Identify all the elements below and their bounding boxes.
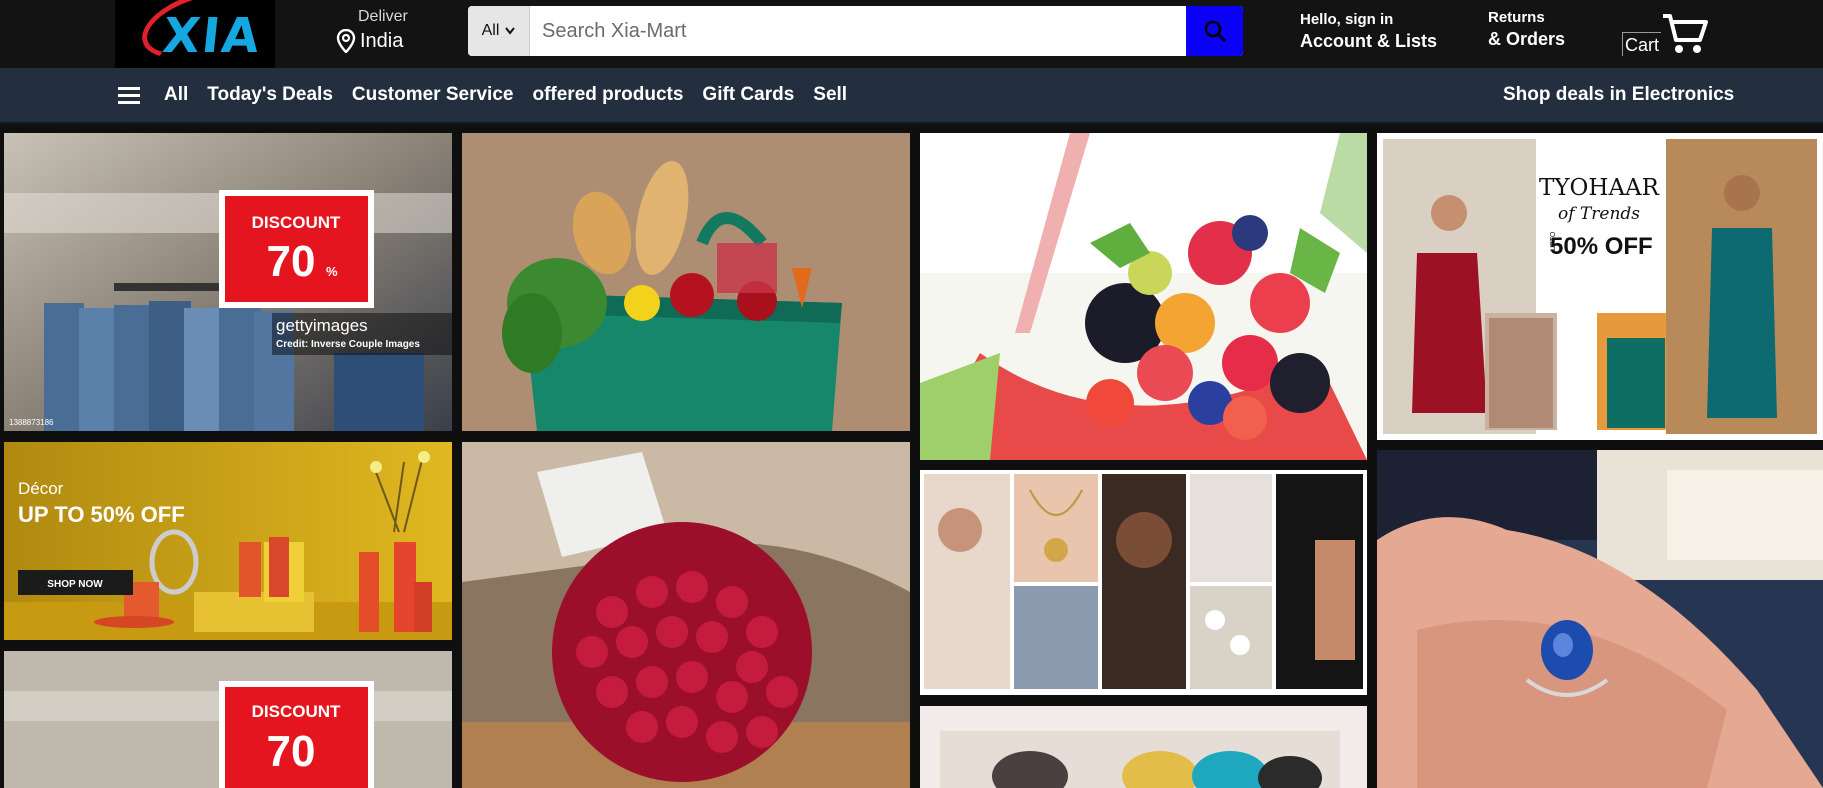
- tyohaar-title: TYOHAAR: [1539, 175, 1660, 201]
- account-lists[interactable]: Hello, sign in Account & Lists: [1300, 11, 1437, 52]
- tile-ring[interactable]: [1377, 450, 1823, 788]
- discount-unit: %: [326, 264, 338, 279]
- nav-sell[interactable]: Sell: [813, 84, 847, 106]
- nav-electronics-promo[interactable]: Shop deals in Electronics: [1503, 84, 1734, 106]
- tyohaar-subtitle: of Trends: [1558, 204, 1640, 224]
- tile-grocery[interactable]: [462, 133, 910, 431]
- clothing-store-image: DISCOUNT 70 % gettyimages Credit: Invers…: [4, 133, 452, 431]
- grocery-bag-image: [462, 133, 910, 431]
- search-icon: [1204, 20, 1226, 43]
- tile-decor-offer[interactable]: Décor UP TO 50% OFF SHOP NOW: [4, 442, 452, 640]
- discount-value: 70: [267, 237, 316, 286]
- search-category-select[interactable]: All: [468, 6, 530, 56]
- cart-label: Cart: [1622, 32, 1662, 56]
- orders-label: & Orders: [1488, 29, 1566, 49]
- search-input[interactable]: [530, 6, 1186, 56]
- fruit-bowl-image: [920, 133, 1367, 460]
- nav-all[interactable]: All: [164, 84, 188, 106]
- deliver-location-text: India: [360, 29, 404, 52]
- clothing-store-image-2: DISCOUNT 70: [4, 651, 452, 788]
- decor-image: Décor UP TO 50% OFF SHOP NOW: [4, 442, 452, 640]
- tyohaar-offer: 50% OFF: [1550, 233, 1653, 260]
- deliver-label: Deliver: [358, 8, 408, 25]
- nav-offered-products[interactable]: offered products: [532, 84, 683, 106]
- location-pin-icon: [336, 29, 356, 53]
- search-button[interactable]: [1186, 6, 1243, 56]
- nav-gift-cards[interactable]: Gift Cards: [702, 84, 794, 106]
- shop-now-label: SHOP NOW: [47, 579, 103, 590]
- decor-headline: UP TO 50% OFF: [18, 502, 185, 527]
- discount-value-2: 70: [267, 727, 316, 776]
- search-category-label: All: [481, 22, 500, 39]
- gettyimages-watermark: gettyimages: [276, 316, 368, 335]
- cart-button[interactable]: Cart: [1622, 4, 1709, 56]
- hamburger-menu-icon[interactable]: [118, 86, 148, 104]
- chevron-down-icon: [505, 27, 516, 35]
- tile-clothing-discount[interactable]: DISCOUNT 70 % gettyimages Credit: Invers…: [4, 133, 452, 431]
- tile-flowers[interactable]: [462, 442, 910, 788]
- tile-clothing-discount-2[interactable]: DISCOUNT 70: [4, 651, 452, 788]
- nav-bar: All Today's Deals Customer Service offer…: [0, 68, 1823, 122]
- nav-customer-service[interactable]: Customer Service: [352, 84, 514, 106]
- cart-icon: [1663, 14, 1709, 53]
- deliver-location[interactable]: Deliver India: [336, 8, 408, 53]
- account-greeting: Hello, sign in: [1300, 11, 1394, 28]
- tile-tyohaar-fashion[interactable]: TYOHAAR of Trends UPTO 50% OFF: [1377, 133, 1823, 440]
- product-grid: DISCOUNT 70 % gettyimages Credit: Invers…: [0, 124, 1823, 788]
- rose-bouquet-image: [462, 442, 910, 788]
- image-credit: Credit: Inverse Couple Images: [276, 339, 420, 350]
- sapphire-ring-image: [1377, 450, 1823, 788]
- image-id: 1388873186: [9, 418, 54, 427]
- discount-title-2: DISCOUNT: [252, 702, 341, 721]
- tile-jewellery[interactable]: [920, 470, 1367, 695]
- sofa-image: [920, 706, 1367, 788]
- logo[interactable]: XIA: [160, 8, 264, 64]
- nav-todays-deals[interactable]: Today's Deals: [207, 84, 333, 106]
- decor-kicker: Décor: [18, 479, 64, 498]
- discount-title: DISCOUNT: [252, 213, 341, 232]
- tile-fruits[interactable]: [920, 133, 1367, 460]
- account-label: Account & Lists: [1300, 31, 1438, 51]
- returns-label: Returns: [1488, 9, 1545, 26]
- fashion-collage-image: TYOHAAR of Trends UPTO 50% OFF: [1377, 133, 1823, 440]
- jewellery-collage-image: [920, 470, 1367, 695]
- returns-orders[interactable]: Returns & Orders: [1488, 9, 1565, 50]
- search-bar: All: [468, 6, 1243, 56]
- tile-home-furnishing[interactable]: [920, 706, 1367, 788]
